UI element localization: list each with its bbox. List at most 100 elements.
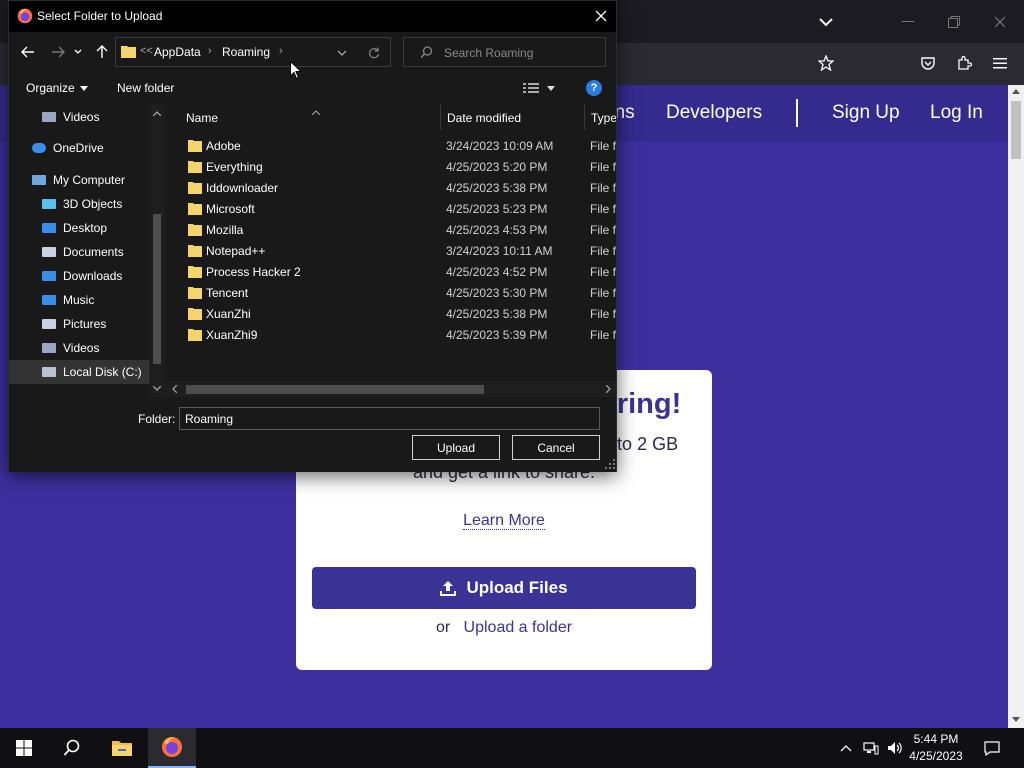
upload-files-label: Upload Files xyxy=(466,578,568,597)
file-date: 3/24/2023 10:11 AM xyxy=(446,244,553,258)
file-type: File fo xyxy=(590,328,616,342)
network-icon xyxy=(863,742,879,755)
nav-item[interactable]: Videos xyxy=(9,105,149,129)
help-button[interactable]: ? xyxy=(586,80,602,96)
nav-item-label: OneDrive xyxy=(53,141,104,155)
volume-button[interactable] xyxy=(884,728,906,768)
taskbar-clock[interactable]: 5:44 PM 4/25/2023 xyxy=(906,731,966,765)
file-row[interactable]: Mozilla 4/25/2023 4:53 PM File fo xyxy=(166,220,616,241)
column-divider[interactable] xyxy=(584,104,585,130)
firefox-icon xyxy=(17,8,33,24)
refresh-icon xyxy=(368,47,380,59)
chevron-down-icon xyxy=(819,17,833,26)
search-button[interactable] xyxy=(48,728,96,768)
firefox-taskbar-button[interactable] xyxy=(148,728,196,768)
caret-down-icon xyxy=(547,85,555,91)
folder-icon xyxy=(188,329,202,341)
search-box[interactable]: Search Roaming xyxy=(403,37,606,67)
action-center-button[interactable] xyxy=(978,728,1006,768)
breadcrumb-item-roaming[interactable]: Roaming xyxy=(222,45,270,59)
nav-item-label: Desktop xyxy=(63,221,108,235)
learn-more-link[interactable]: Learn More xyxy=(463,512,545,530)
nav-item[interactable]: Pictures xyxy=(9,312,149,336)
cancel-button[interactable]: Cancel xyxy=(512,435,600,460)
file-row[interactable]: Microsoft 4/25/2023 5:23 PM File fo xyxy=(166,199,616,220)
dialog-close-button[interactable] xyxy=(589,5,613,27)
recent-locations-button[interactable] xyxy=(70,41,86,63)
upload-folder-link[interactable]: Upload a folder xyxy=(464,619,573,636)
windows-logo-icon xyxy=(16,740,32,756)
address-bar[interactable]: << AppData › Roaming › xyxy=(115,37,391,67)
nav-item[interactable]: OneDrive xyxy=(9,136,149,160)
column-header-date[interactable]: Date modified xyxy=(447,111,521,125)
nav-item[interactable]: Desktop xyxy=(9,216,149,240)
file-type: File fo xyxy=(590,223,616,237)
list-all-tabs-button[interactable] xyxy=(814,10,838,34)
nav-item[interactable]: Music xyxy=(9,288,149,312)
view-options-button[interactable] xyxy=(523,81,557,95)
network-button[interactable] xyxy=(860,728,882,768)
site-nav-developers[interactable]: Developers xyxy=(666,102,762,124)
column-header-name[interactable]: Name xyxy=(186,111,218,125)
upload-button[interactable]: Upload xyxy=(412,435,500,460)
upload-folder-row: or Upload a folder xyxy=(296,619,712,637)
page-scrollbar[interactable] xyxy=(1008,85,1024,728)
new-folder-button[interactable]: New folder xyxy=(117,81,174,95)
refresh-button[interactable] xyxy=(366,45,382,61)
file-row[interactable]: Notepad++ 3/24/2023 10:11 AM File fo xyxy=(166,241,616,262)
column-header-type[interactable]: Type xyxy=(591,111,616,125)
nav-item[interactable]: My Computer xyxy=(9,168,149,192)
nav-scroll-thumb[interactable] xyxy=(153,214,161,364)
nav-item[interactable]: 3D Objects xyxy=(9,192,149,216)
folder-icon xyxy=(188,308,202,320)
puzzle-icon xyxy=(958,55,972,70)
horizontal-scroll-thumb[interactable] xyxy=(186,385,484,394)
folder-name-input[interactable] xyxy=(179,407,600,430)
window-minimize-button[interactable] xyxy=(896,10,920,34)
organize-menu[interactable]: Organize xyxy=(26,81,88,95)
file-row[interactable]: XuanZhi9 4/25/2023 5:39 PM File fo xyxy=(166,325,616,346)
resize-grip-icon[interactable] xyxy=(605,459,615,469)
file-row[interactable]: XuanZhi 4/25/2023 5:38 PM File fo xyxy=(166,304,616,325)
scroll-down-icon xyxy=(1012,717,1020,722)
nav-item[interactable]: Downloads xyxy=(9,264,149,288)
command-bar: Organize New folder ? xyxy=(9,72,616,104)
horizontal-scrollbar[interactable] xyxy=(166,381,616,397)
site-nav-signup[interactable]: Sign Up xyxy=(832,102,900,124)
start-button[interactable] xyxy=(0,728,48,768)
up-button[interactable] xyxy=(91,41,113,63)
dialog-titlebar[interactable]: Select Folder to Upload xyxy=(9,1,616,32)
file-explorer-taskbar-button[interactable] xyxy=(98,728,146,768)
file-row[interactable]: Everything 4/25/2023 5:20 PM File fo xyxy=(166,157,616,178)
breadcrumb-overflow[interactable]: << xyxy=(140,45,153,57)
nav-item[interactable]: Videos xyxy=(9,336,149,360)
file-row[interactable]: Adobe 3/24/2023 10:09 AM File fo xyxy=(166,136,616,157)
back-button[interactable] xyxy=(17,41,39,63)
app-menu-button[interactable] xyxy=(988,51,1012,75)
nav-item-label: Music xyxy=(63,293,95,307)
nav-item[interactable]: Documents xyxy=(9,240,149,264)
page-scroll-thumb[interactable] xyxy=(1011,101,1021,159)
file-type: File fo xyxy=(590,160,616,174)
onedrive-icon xyxy=(31,141,47,155)
forward-button[interactable] xyxy=(47,41,69,63)
show-hidden-icons-button[interactable] xyxy=(836,728,856,768)
file-row[interactable]: Iddownloader 4/25/2023 5:38 PM File fo xyxy=(166,178,616,199)
breadcrumb-item-appdata[interactable]: AppData xyxy=(154,45,201,59)
search-icon xyxy=(63,739,80,756)
file-row[interactable]: Process Hacker 2 4/25/2023 4:52 PM File fo xyxy=(166,262,616,283)
pocket-button[interactable] xyxy=(916,51,940,75)
nav-scrollbar[interactable] xyxy=(149,104,165,397)
upload-files-button[interactable]: Upload Files xyxy=(312,567,696,609)
window-restore-button[interactable] xyxy=(942,10,966,34)
folder-icon xyxy=(188,287,202,299)
site-nav-login[interactable]: Log In xyxy=(930,102,983,124)
bookmark-star-button[interactable] xyxy=(814,51,838,75)
address-history-dropdown[interactable] xyxy=(334,47,350,59)
extensions-button[interactable] xyxy=(952,51,976,75)
window-close-button[interactable] xyxy=(988,10,1012,34)
file-row[interactable]: Tencent 4/25/2023 5:30 PM File fo xyxy=(166,283,616,304)
pictures-icon xyxy=(41,317,57,331)
nav-item[interactable]: Local Disk (C:) xyxy=(9,360,149,384)
column-divider[interactable] xyxy=(440,104,441,130)
